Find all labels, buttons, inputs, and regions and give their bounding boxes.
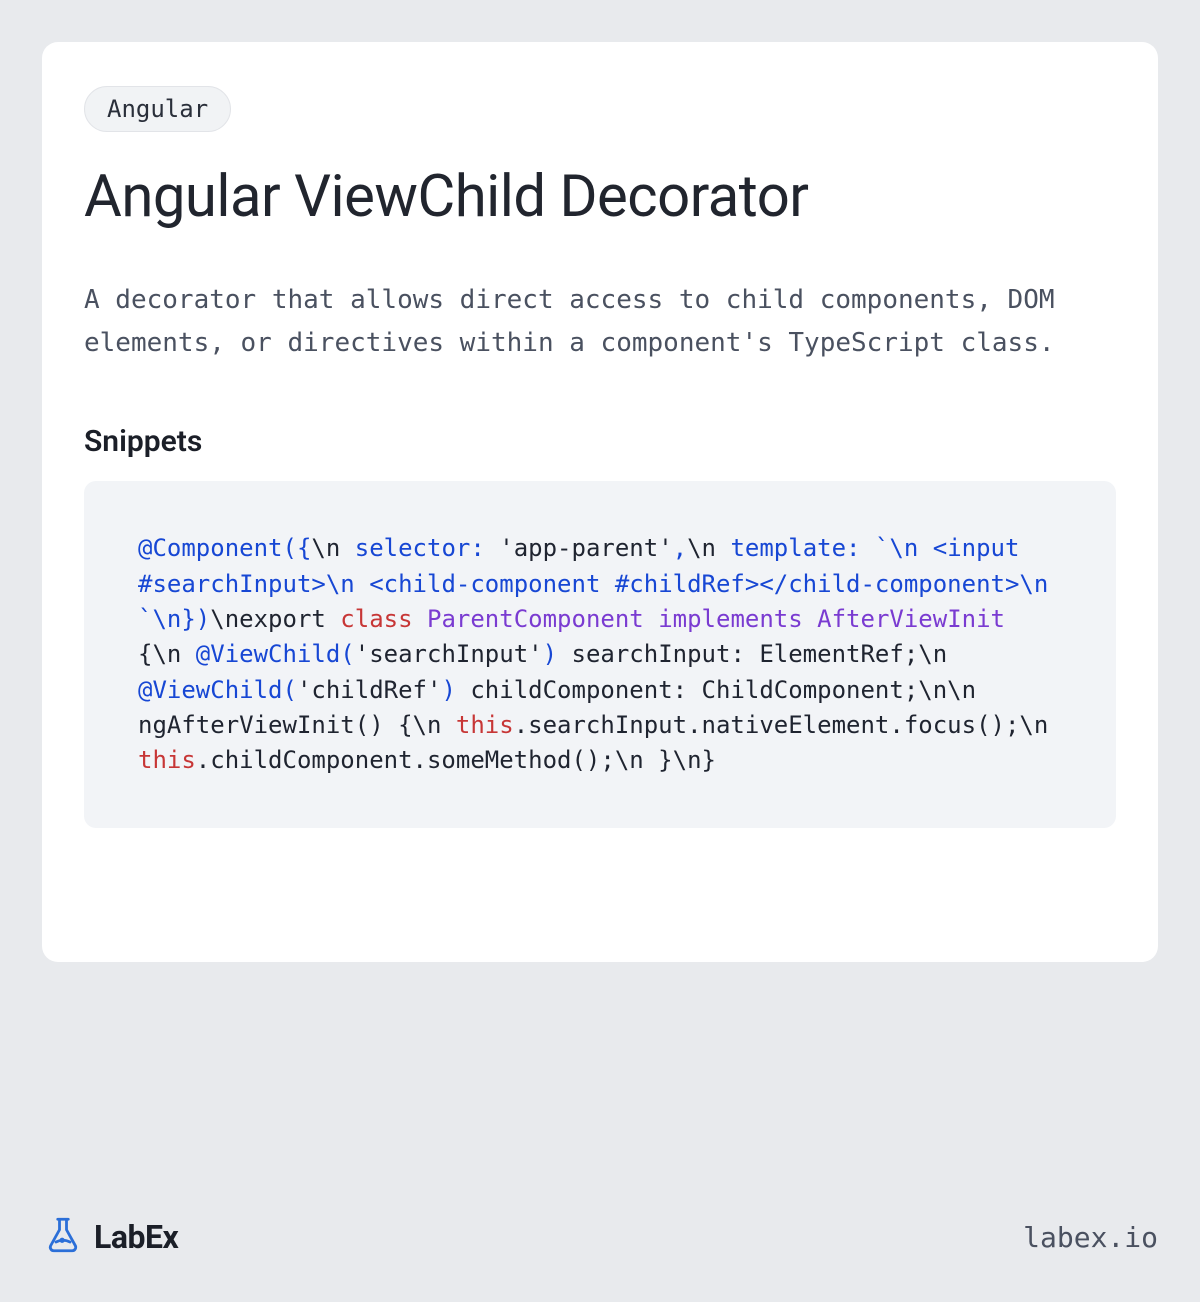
site-url: labex.io bbox=[1023, 1221, 1158, 1254]
category-tag: Angular bbox=[84, 86, 231, 132]
brand-logo: LabEx bbox=[42, 1214, 178, 1260]
brand-name: LabEx bbox=[94, 1218, 178, 1256]
document-card: Angular Angular ViewChild Decorator A de… bbox=[42, 42, 1158, 962]
page-title: Angular ViewChild Decorator bbox=[84, 164, 1116, 231]
flask-icon bbox=[42, 1214, 84, 1260]
snippets-heading: Snippets bbox=[84, 424, 1116, 459]
footer: LabEx labex.io bbox=[42, 1214, 1158, 1260]
description: A decorator that allows direct access to… bbox=[84, 279, 1116, 365]
code-snippet: @Component({\n selector: 'app-parent',\n… bbox=[84, 481, 1116, 828]
